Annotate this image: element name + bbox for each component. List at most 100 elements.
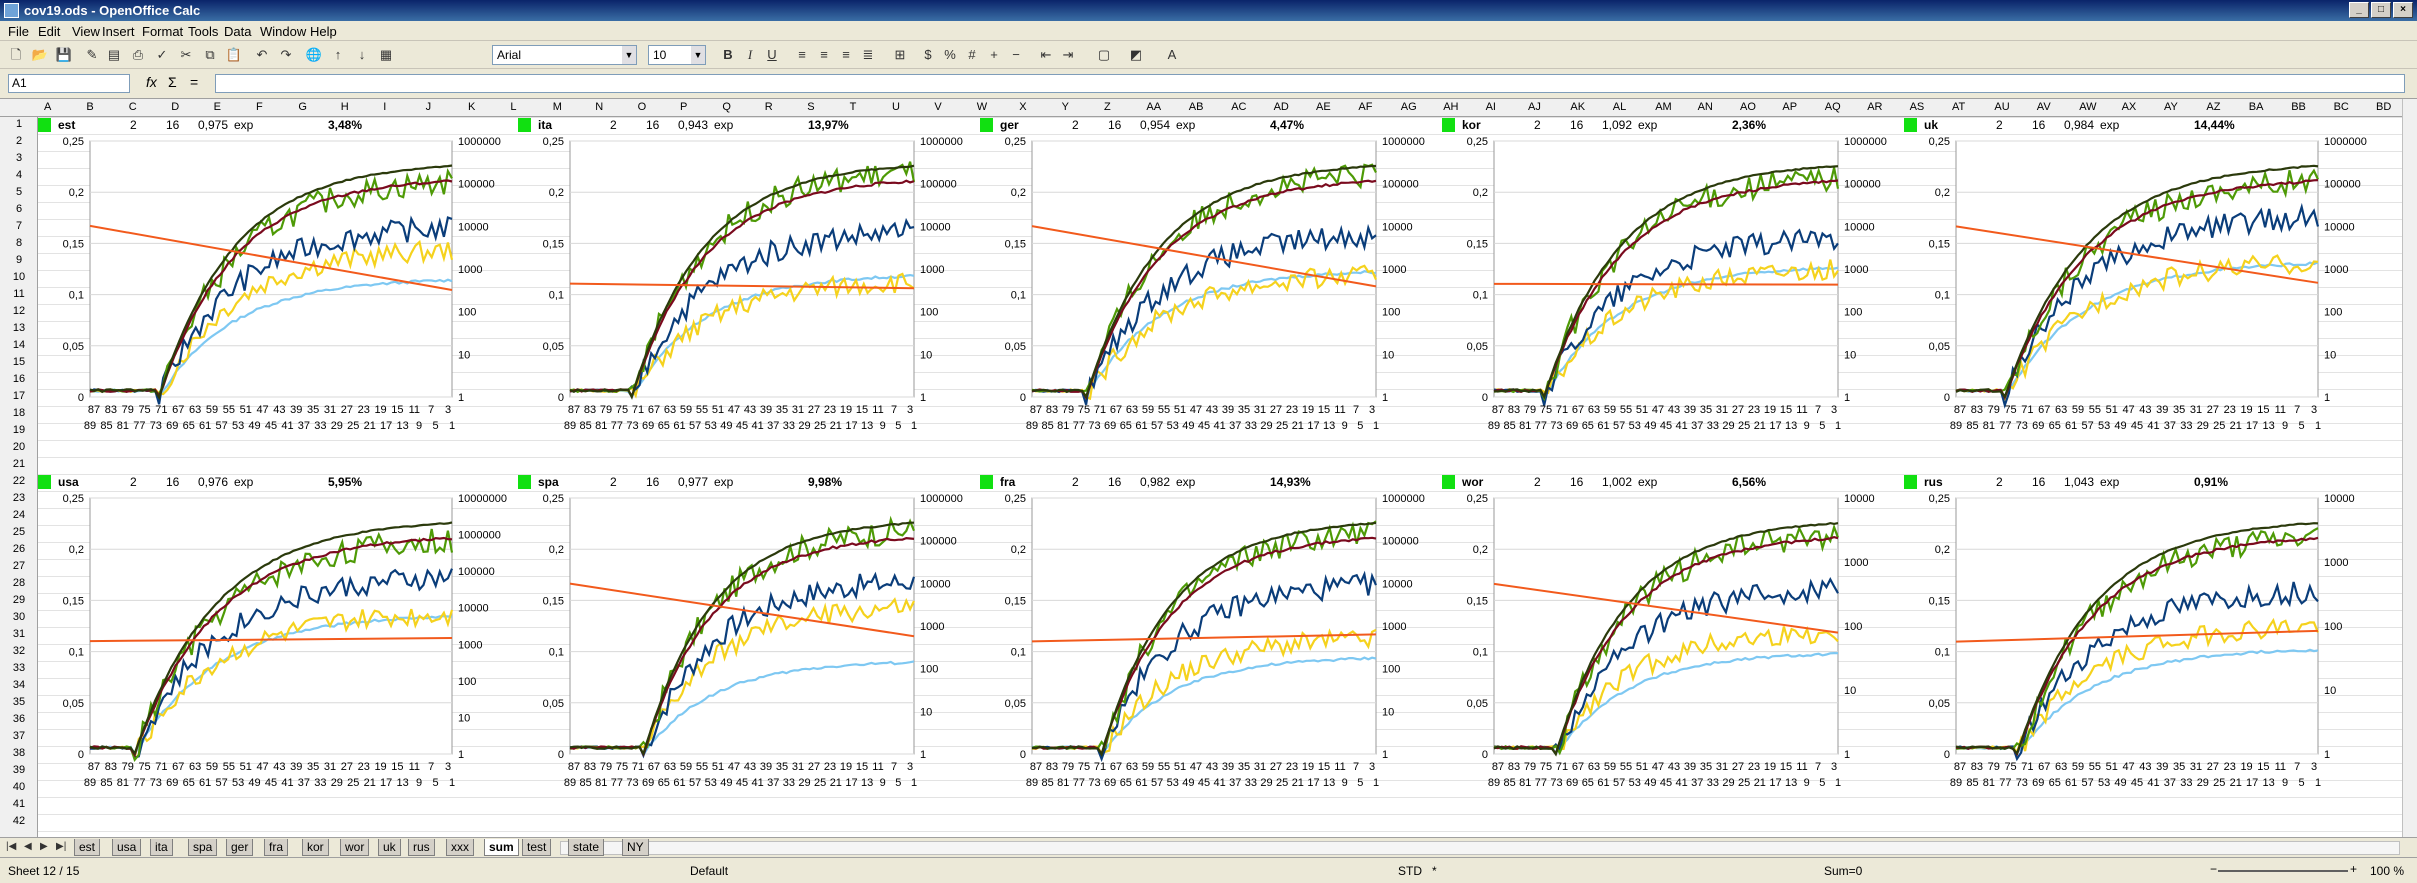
sort-descending-icon[interactable]: ↓ xyxy=(352,45,372,65)
sheet-tab-usa[interactable]: usa xyxy=(112,839,142,856)
column-header[interactable]: Q xyxy=(722,101,731,113)
chart-spa[interactable]: 0 0,05 0,1 0,15 0,2 0,25 1 10 100 1000 10000 100000… xyxy=(518,492,976,822)
row-header[interactable]: 13 xyxy=(0,322,38,334)
column-header[interactable]: L xyxy=(510,101,516,113)
factor-value[interactable]: 0,977 xyxy=(678,475,708,490)
country-label[interactable]: kor xyxy=(1462,118,1481,133)
column-header[interactable]: AP xyxy=(1782,101,1797,113)
sheet-tab-sum[interactable]: sum xyxy=(484,839,519,856)
sheet-tab-kor[interactable]: kor xyxy=(302,839,329,856)
row-header[interactable]: 4 xyxy=(0,169,38,181)
font-name-select[interactable]: Arial ▼ xyxy=(492,45,637,65)
column-header[interactable]: AN xyxy=(1698,101,1713,113)
row-header[interactable]: 23 xyxy=(0,492,38,504)
row-header[interactable]: 37 xyxy=(0,730,38,742)
chart-uk[interactable]: 0 0,05 0,1 0,15 0,2 0,25 1 10 100 1000 10000 100000… xyxy=(1904,135,2380,465)
row-header[interactable]: 6 xyxy=(0,203,38,215)
param-n1[interactable]: 2 xyxy=(1534,118,1541,133)
column-header[interactable]: U xyxy=(892,101,900,113)
factor-value[interactable]: 1,002 xyxy=(1602,475,1632,490)
model-label[interactable]: exp xyxy=(234,475,253,490)
param-n1[interactable]: 2 xyxy=(610,475,617,490)
column-header[interactable]: A xyxy=(44,101,51,113)
param-n2[interactable]: 16 xyxy=(1108,118,1121,133)
param-n1[interactable]: 2 xyxy=(130,118,137,133)
copy-icon[interactable]: ⧉ xyxy=(200,45,220,65)
currency-icon[interactable]: $ xyxy=(918,45,938,65)
column-header[interactable]: AB xyxy=(1189,101,1204,113)
country-label[interactable]: uk xyxy=(1924,118,1938,133)
rate-value[interactable]: 6,56% xyxy=(1732,475,1766,490)
name-box[interactable]: A1 xyxy=(8,74,130,93)
decrease-indent-icon[interactable]: ⇤ xyxy=(1036,45,1056,65)
font-color-icon[interactable]: A xyxy=(1162,45,1182,65)
column-header[interactable]: G xyxy=(298,101,307,113)
row-header[interactable]: 34 xyxy=(0,679,38,691)
row-header[interactable]: 7 xyxy=(0,220,38,232)
row-header[interactable]: 20 xyxy=(0,441,38,453)
row-header[interactable]: 28 xyxy=(0,577,38,589)
undo-icon[interactable]: ↶ xyxy=(252,45,272,65)
factor-value[interactable]: 0,984 xyxy=(2064,118,2094,133)
sheet-tab-rus[interactable]: rus xyxy=(408,839,435,856)
function-wizard-icon[interactable]: fx xyxy=(146,74,157,90)
zoom-slider[interactable] xyxy=(2218,870,2348,872)
font-size-select[interactable]: 10 ▼ xyxy=(648,45,706,65)
row-header[interactable]: 31 xyxy=(0,628,38,640)
column-header[interactable]: AT xyxy=(1952,101,1965,113)
model-label[interactable]: exp xyxy=(2100,475,2119,490)
next-sheet-icon[interactable]: ▶ xyxy=(40,841,48,852)
zoom-in-icon[interactable]: + xyxy=(2350,862,2357,876)
country-label[interactable]: est xyxy=(58,118,75,133)
param-n2[interactable]: 16 xyxy=(166,118,179,133)
justify-icon[interactable]: ≣ xyxy=(858,45,878,65)
column-header[interactable]: AC xyxy=(1231,101,1246,113)
factor-value[interactable]: 0,975 xyxy=(198,118,228,133)
row-header[interactable]: 16 xyxy=(0,373,38,385)
selection-mode[interactable]: STD xyxy=(1398,864,1422,878)
row-header[interactable]: 26 xyxy=(0,543,38,555)
column-header[interactable]: AD xyxy=(1274,101,1289,113)
sheet-tab-wor[interactable]: wor xyxy=(340,839,370,856)
row-header[interactable]: 3 xyxy=(0,152,38,164)
model-label[interactable]: exp xyxy=(1638,475,1657,490)
column-header[interactable]: V xyxy=(934,101,941,113)
column-header[interactable]: Z xyxy=(1104,101,1111,113)
column-header[interactable]: AL xyxy=(1613,101,1626,113)
model-label[interactable]: exp xyxy=(1638,118,1657,133)
column-header[interactable]: H xyxy=(341,101,349,113)
column-header[interactable]: AZ xyxy=(2206,101,2220,113)
column-header[interactable]: AW xyxy=(2079,101,2096,113)
new-icon[interactable]: 🗋 xyxy=(6,45,26,65)
row-header[interactable]: 12 xyxy=(0,305,38,317)
sheet-tab-uk[interactable]: uk xyxy=(378,839,401,856)
row-header[interactable]: 8 xyxy=(0,237,38,249)
model-label[interactable]: exp xyxy=(714,475,733,490)
row-header[interactable]: 21 xyxy=(0,458,38,470)
row-header[interactable]: 24 xyxy=(0,509,38,521)
column-header[interactable]: R xyxy=(765,101,773,113)
column-header[interactable]: C xyxy=(129,101,137,113)
chart-ger[interactable]: 0 0,05 0,1 0,15 0,2 0,25 1 10 100 1000 10000 100000… xyxy=(980,135,1438,465)
rate-value[interactable]: 0,91% xyxy=(2194,475,2228,490)
param-n1[interactable]: 2 xyxy=(1996,118,2003,133)
model-label[interactable]: exp xyxy=(1176,118,1195,133)
rate-value[interactable]: 13,97% xyxy=(808,118,849,133)
param-n2[interactable]: 16 xyxy=(1108,475,1121,490)
param-n1[interactable]: 2 xyxy=(1996,475,2003,490)
row-header[interactable]: 5 xyxy=(0,186,38,198)
cut-icon[interactable]: ✂ xyxy=(176,45,196,65)
sheet-tab-xxx[interactable]: xxx xyxy=(446,839,474,856)
menu-edit[interactable]: Edit xyxy=(38,24,60,39)
background-color-icon[interactable]: ◩ xyxy=(1126,45,1146,65)
row-header[interactable]: 11 xyxy=(0,288,38,300)
column-header[interactable]: AU xyxy=(1994,101,2009,113)
align-center-icon[interactable]: ≡ xyxy=(814,45,834,65)
align-left-icon[interactable]: ≡ xyxy=(792,45,812,65)
factor-value[interactable]: 0,982 xyxy=(1140,475,1170,490)
chart-usa[interactable]: 0 0,05 0,1 0,15 0,2 0,25 1 10 100 1000 10000 100000… xyxy=(38,492,514,822)
country-label[interactable]: fra xyxy=(1000,475,1015,490)
row-header[interactable]: 42 xyxy=(0,815,38,827)
row-header[interactable]: 30 xyxy=(0,611,38,623)
menu-help[interactable]: Help xyxy=(310,24,337,39)
